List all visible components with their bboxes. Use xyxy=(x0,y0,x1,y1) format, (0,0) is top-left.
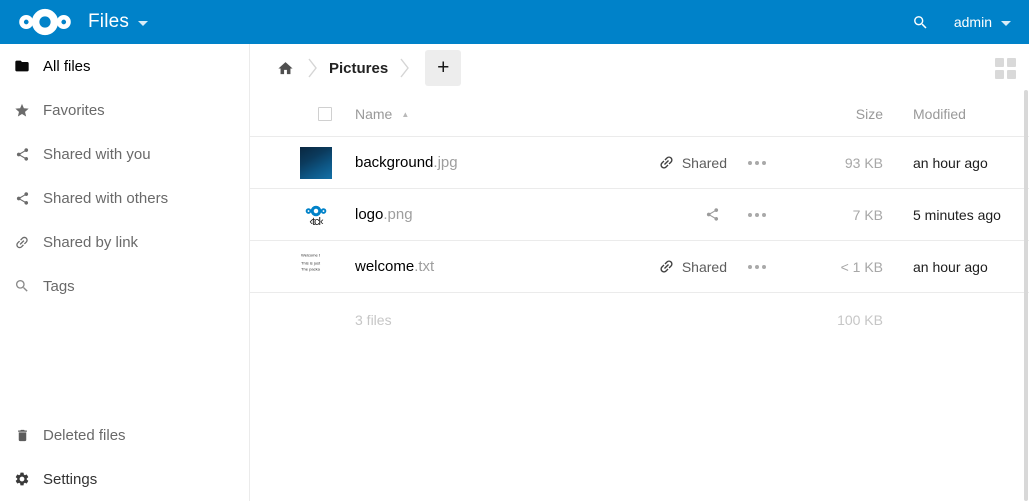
sidebar-item-shared-with-others[interactable]: Shared with others xyxy=(0,176,249,220)
file-extension: .png xyxy=(383,206,412,223)
actions-menu-button[interactable] xyxy=(727,213,787,217)
file-thumbnail-text[interactable]: Welcome t This is just The packa xyxy=(300,251,332,283)
sidebar-item-label: All files xyxy=(43,58,91,75)
file-modified: an hour ago xyxy=(883,259,1029,275)
sidebar-item-shared-by-link[interactable]: Shared by link xyxy=(0,220,249,264)
summary-file-count: 3 files xyxy=(355,312,392,328)
file-name[interactable]: logo.png xyxy=(355,206,413,223)
sidebar-item-label: Shared with you xyxy=(43,146,151,163)
column-header-size[interactable]: Size xyxy=(787,106,883,122)
home-icon xyxy=(277,60,294,77)
sidebar-item-settings[interactable]: Settings xyxy=(0,457,249,501)
thumbnail-text-line: This is just xyxy=(301,261,320,266)
link-icon xyxy=(14,234,30,250)
actions-menu-button[interactable] xyxy=(727,161,787,165)
shared-status-button[interactable]: Shared xyxy=(658,258,727,275)
gear-icon xyxy=(14,471,30,487)
breadcrumb-folder-pictures[interactable]: Pictures xyxy=(323,60,394,77)
sort-ascending-icon: ▲ xyxy=(401,110,409,119)
sidebar-item-shared-with-you[interactable]: Shared with you xyxy=(0,132,249,176)
app-menu-caret-icon[interactable] xyxy=(138,21,148,26)
search-button[interactable] xyxy=(904,5,938,39)
file-extension: .txt xyxy=(414,258,434,275)
sidebar-item-label: Shared by link xyxy=(43,234,138,251)
grid-view-toggle-icon[interactable] xyxy=(995,58,1017,80)
file-basename: background xyxy=(355,154,433,171)
user-menu-caret-icon xyxy=(1001,21,1011,26)
actions-menu-button[interactable] xyxy=(727,265,787,269)
file-row-background-jpg[interactable]: background.jpg Shared 93 KB an hour ago xyxy=(250,137,1029,189)
sidebar-bottom-section: Deleted files Settings xyxy=(0,413,249,501)
chevron-right-icon xyxy=(400,58,409,78)
star-icon xyxy=(14,102,30,118)
sidebar-item-label: Favorites xyxy=(43,102,105,119)
file-name[interactable]: background.jpg xyxy=(355,154,458,171)
sidebar-item-favorites[interactable]: Favorites xyxy=(0,88,249,132)
user-menu[interactable]: admin xyxy=(954,14,1011,30)
sidebar-item-all-files[interactable]: All files xyxy=(0,44,249,88)
shared-label: Shared xyxy=(682,155,727,171)
column-name-label: Name xyxy=(355,106,392,122)
breadcrumb: Pictures + xyxy=(250,44,1029,92)
new-file-button[interactable]: + xyxy=(425,50,461,86)
column-header-modified[interactable]: Modified xyxy=(883,106,1029,122)
file-list-panel: Pictures + Name ▲ Size Modified backgrou… xyxy=(250,44,1029,501)
column-header-name[interactable]: Name ▲ xyxy=(355,106,409,122)
sidebar-item-label: Settings xyxy=(43,471,97,488)
file-list-summary: 3 files 100 KB xyxy=(250,293,1029,347)
file-table-header: Name ▲ Size Modified xyxy=(250,92,1029,137)
nextcloud-logo-icon xyxy=(14,7,76,37)
folder-icon xyxy=(14,58,30,74)
link-icon xyxy=(658,154,675,171)
trash-icon xyxy=(14,427,30,443)
file-size: < 1 KB xyxy=(787,259,883,275)
file-thumbnail-image[interactable] xyxy=(300,147,332,179)
thumbnail-text-line: Welcome t xyxy=(301,253,320,258)
tag-search-icon xyxy=(14,278,30,294)
app-title[interactable]: Files xyxy=(88,11,129,33)
file-size: 93 KB xyxy=(787,155,883,171)
breadcrumb-home-button[interactable] xyxy=(268,51,302,85)
nextcloud-logo[interactable] xyxy=(0,7,76,37)
sidebar-item-label: Tags xyxy=(43,278,75,295)
nextcloud-logo-icon xyxy=(304,205,328,217)
file-row-logo-png[interactable]: ‹tcl‹ logo.png 7 KB 5 minutes ago xyxy=(250,189,1029,241)
summary-total-size: 100 KB xyxy=(787,312,883,328)
file-basename: welcome xyxy=(355,258,414,275)
sidebar-item-deleted-files[interactable]: Deleted files xyxy=(0,413,249,457)
shared-label: Shared xyxy=(682,259,727,275)
top-header-bar: Files admin xyxy=(0,0,1029,44)
file-size: 7 KB xyxy=(787,207,883,223)
user-name: admin xyxy=(954,14,992,30)
share-icon xyxy=(14,190,30,206)
file-row-welcome-txt[interactable]: Welcome t This is just The packa welcome… xyxy=(250,241,1029,293)
file-modified: an hour ago xyxy=(883,155,1029,171)
thumbnail-text-line: The packa xyxy=(301,267,320,272)
file-modified: 5 minutes ago xyxy=(883,207,1029,223)
file-name[interactable]: welcome.txt xyxy=(355,258,434,275)
select-all-checkbox[interactable] xyxy=(318,107,332,121)
scrollbar[interactable] xyxy=(1024,90,1028,501)
chevron-right-icon xyxy=(308,58,317,78)
link-icon xyxy=(658,258,675,275)
file-basename: logo xyxy=(355,206,383,223)
file-extension: .jpg xyxy=(433,154,457,171)
share-button[interactable] xyxy=(705,207,727,222)
file-thumbnail-logo[interactable]: ‹tcl‹ xyxy=(300,199,332,231)
share-icon xyxy=(14,146,30,162)
sidebar-item-label: Shared with others xyxy=(43,190,168,207)
sidebar-item-tags[interactable]: Tags xyxy=(0,264,249,308)
shared-status-button[interactable]: Shared xyxy=(658,154,727,171)
share-icon xyxy=(705,207,720,222)
search-icon xyxy=(912,14,929,31)
sidebar-item-label: Deleted files xyxy=(43,427,126,444)
sidebar: All files Favorites Shared with you Shar… xyxy=(0,44,250,501)
thumbnail-text: ‹tcl‹ xyxy=(309,217,322,227)
